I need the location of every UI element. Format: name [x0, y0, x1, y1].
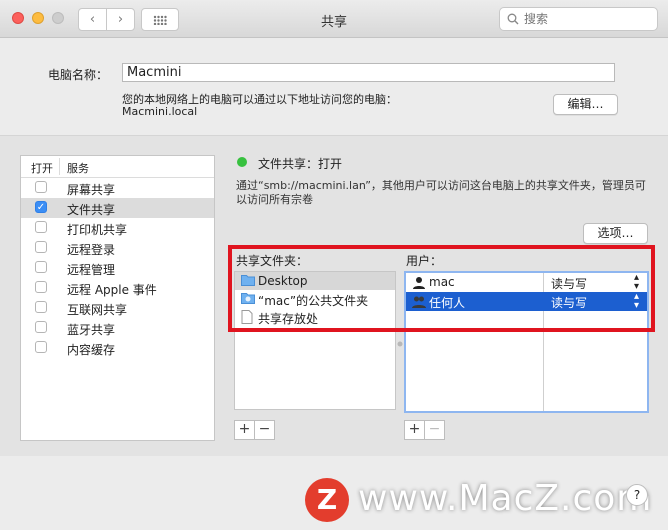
watermark-logo: Z [305, 478, 349, 522]
file-sharing-description: 通过“smb://macmini.lan”，其他用户可以访问这台电脑上的共享文件… [236, 179, 646, 206]
computer-name-section: 电脑名称： Macmini 您的本地网络上的电脑可以通过以下地址访问您的电脑： … [0, 38, 668, 136]
user-add-remove: + − [404, 420, 445, 440]
service-row[interactable]: 远程登录 [21, 238, 214, 258]
service-checkbox[interactable]: ✓ [35, 201, 47, 213]
service-label: 内容缓存 [67, 343, 116, 357]
watermark-text: www.MacZ.com [358, 478, 653, 519]
options-button[interactable]: 选项… [583, 223, 648, 244]
service-checkbox[interactable] [35, 341, 47, 353]
edit-button[interactable]: 编辑… [553, 94, 618, 115]
service-label: 远程 Apple 事件 [67, 283, 157, 297]
service-checkbox[interactable] [35, 281, 47, 293]
service-row[interactable]: 屏幕共享 [21, 178, 214, 198]
computer-name-label: 电脑名称： [48, 68, 109, 82]
folder-add-remove: + − [234, 420, 275, 440]
help-button[interactable]: ? [626, 484, 648, 506]
remove-user-button[interactable]: − [424, 421, 444, 439]
service-checkbox[interactable] [35, 221, 47, 233]
local-address: Macmini.local [122, 105, 198, 118]
service-checkbox[interactable] [35, 241, 47, 253]
service-checkbox[interactable] [35, 261, 47, 273]
title-bar: ‹ › 共享 [0, 0, 668, 38]
split-handle-icon[interactable] [396, 340, 404, 348]
service-label: 远程管理 [67, 263, 116, 277]
service-row[interactable]: 互联网共享 [21, 298, 214, 318]
file-sharing-status: 文件共享：打开 [258, 157, 343, 171]
service-row[interactable]: 内容缓存 [21, 338, 214, 358]
search-icon [507, 13, 519, 25]
service-list-header: 打开 服务 [21, 156, 214, 178]
search-field[interactable] [499, 7, 658, 31]
service-label: 蓝牙共享 [67, 323, 116, 337]
search-input[interactable] [522, 11, 654, 27]
status-on-icon [237, 157, 247, 167]
service-label: 互联网共享 [67, 303, 128, 317]
service-list: 打开 服务 屏幕共享 ✓ 文件共享打印机共享远程登录远程管理远程 Apple 事件互… [20, 155, 215, 441]
service-row[interactable]: ✓ 文件共享 [21, 198, 214, 218]
service-checkbox[interactable] [35, 321, 47, 333]
service-label: 屏幕共享 [67, 183, 116, 197]
service-checkbox[interactable] [35, 301, 47, 313]
service-row[interactable]: 远程管理 [21, 258, 214, 278]
annotation-highlight-box [228, 245, 655, 332]
service-rows: 屏幕共享 ✓ 文件共享打印机共享远程登录远程管理远程 Apple 事件 互联网共享蓝牙… [21, 178, 214, 358]
service-row[interactable]: 打印机共享 [21, 218, 214, 238]
column-divider [59, 158, 60, 175]
service-row[interactable]: 远程 Apple 事件 [21, 278, 214, 298]
service-row[interactable]: 蓝牙共享 [21, 318, 214, 338]
computer-name-field[interactable]: Macmini [122, 63, 615, 82]
service-label: 远程登录 [67, 243, 116, 257]
remove-folder-button[interactable]: − [254, 421, 274, 439]
column-service-header: 服务 [67, 162, 89, 175]
add-user-button[interactable]: + [405, 421, 424, 439]
service-label: 打印机共享 [67, 223, 128, 237]
service-checkbox[interactable] [35, 181, 47, 193]
column-on-header: 打开 [31, 162, 53, 175]
add-folder-button[interactable]: + [235, 421, 254, 439]
service-label: 文件共享 [67, 203, 116, 217]
